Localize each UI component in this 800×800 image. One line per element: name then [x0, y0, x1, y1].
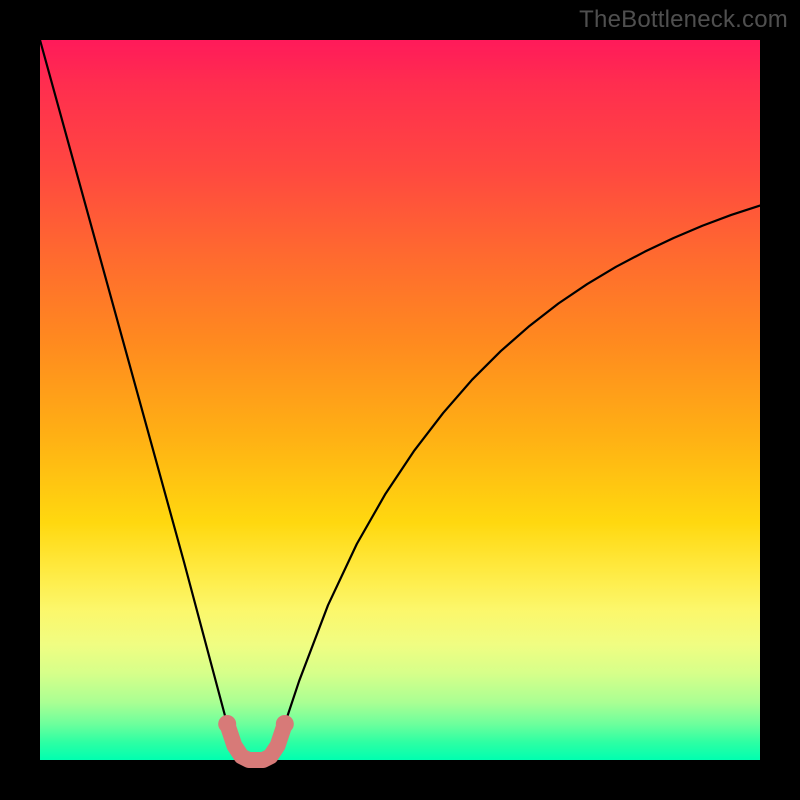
optimal-band-endpoint [276, 715, 294, 733]
optimal-band [227, 724, 285, 760]
chart-svg [40, 40, 760, 760]
optimal-band-dots [218, 715, 294, 733]
optimal-band-endpoint [218, 715, 236, 733]
bottleneck-curve [40, 40, 760, 760]
plot-area [40, 40, 760, 760]
chart-frame: TheBottleneck.com [0, 0, 800, 800]
watermark-text: TheBottleneck.com [579, 6, 788, 34]
